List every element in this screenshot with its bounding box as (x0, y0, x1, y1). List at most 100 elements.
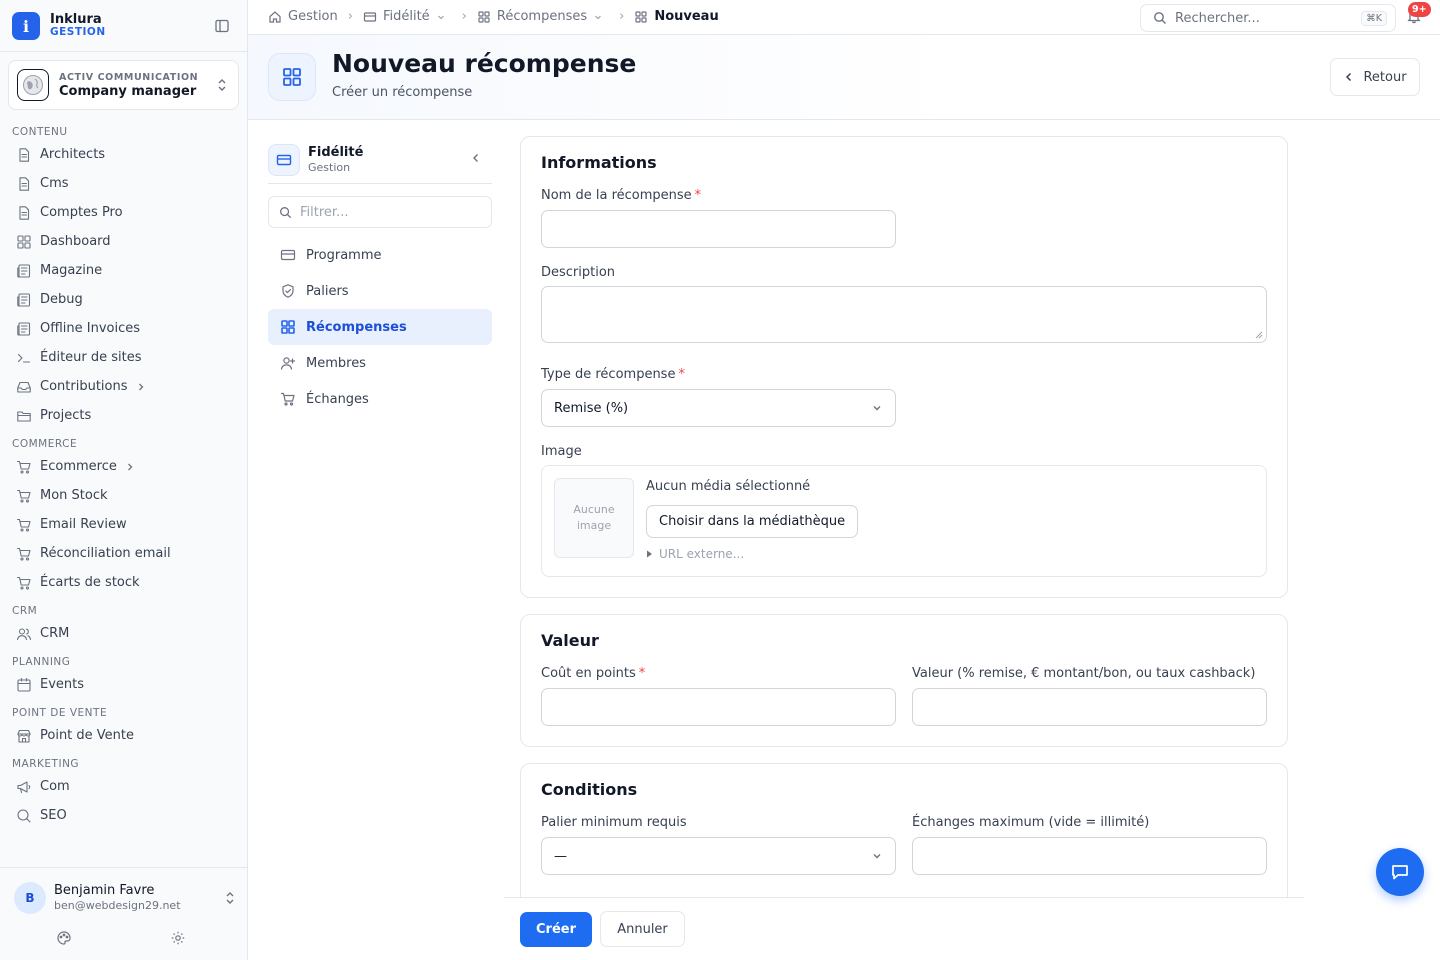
sidebar-item[interactable]: Cms (0, 169, 247, 198)
min-tier-select[interactable]: — (541, 837, 896, 875)
sidebar-item-label: Magazine (40, 263, 103, 278)
sidebar-item[interactable]: SEO (0, 801, 247, 830)
sidebar-section-title: COMMERCE (12, 438, 78, 450)
back-button[interactable]: Retour (1330, 58, 1420, 96)
module-item[interactable]: Paliers (268, 273, 492, 309)
user-menu[interactable]: B Benjamin Favre ben@webdesign29.net (14, 882, 236, 914)
sidebar-item[interactable]: Com (0, 772, 247, 801)
org-name: Company manager (59, 84, 197, 99)
sidebar-item-label: Dashboard (40, 234, 111, 249)
search-shortcut: ⌘K (1361, 10, 1387, 26)
name-label: Nom de la récompense * (541, 188, 702, 203)
grid-icon (635, 10, 647, 23)
sidebar-item[interactable]: Point de Vente (0, 721, 247, 750)
sidebar-item-label: Com (40, 779, 70, 794)
create-button[interactable]: Créer (520, 912, 592, 947)
sidebar-section-title: MARKETING (12, 758, 80, 770)
page-title: Nouveau récompense (332, 49, 637, 78)
sidebar: i Inklura GESTION ACTIV COMMUNICATION Co… (0, 0, 248, 960)
breadcrumb-section[interactable]: Récompenses (477, 9, 609, 24)
breadcrumb-home[interactable]: Gestion (268, 9, 338, 24)
cart-icon (280, 392, 295, 406)
module-items: Programme Paliers Récompenses Membres Échang… (268, 237, 492, 417)
sidebar-item[interactable]: Events (0, 670, 247, 699)
file-icon (16, 205, 32, 221)
min-tier-value: — (554, 848, 567, 864)
sidebar-item[interactable]: Offline Invoices (0, 314, 247, 343)
name-field[interactable] (541, 210, 896, 248)
chat-button[interactable] (1376, 848, 1424, 896)
grid-icon (17, 234, 31, 249)
module-item[interactable]: Échanges (268, 381, 492, 417)
cost-field[interactable] (541, 688, 896, 726)
filter-placeholder: Filtrer... (300, 204, 349, 220)
file-icon (16, 147, 32, 163)
user-panel: B Benjamin Favre ben@webdesign29.net (0, 867, 247, 960)
sidebar-item-label: Events (40, 677, 85, 692)
value-field[interactable] (912, 688, 1267, 726)
form-actions: Créer Annuler (504, 897, 1304, 960)
module-item[interactable]: Programme (268, 237, 492, 273)
search-placeholder: Rechercher... (1175, 10, 1260, 26)
module-item[interactable]: Récompenses (268, 309, 492, 345)
sidebar-item[interactable]: Ecommerce (0, 452, 247, 481)
sidebar-item[interactable]: Comptes Pro (0, 198, 247, 227)
cart-icon (16, 517, 32, 533)
sidebar-item[interactable]: Mon Stock (0, 481, 247, 510)
org-switcher[interactable]: ACTIV COMMUNICATION Company manager (8, 60, 239, 110)
notification-badge: 9+ (1408, 2, 1431, 17)
type-select[interactable]: Remise (%) (541, 389, 896, 427)
grid-icon (268, 53, 316, 101)
search-input[interactable]: Rechercher... ⌘K (1140, 4, 1396, 32)
sidebar-item[interactable]: Éditeur de sites (0, 343, 247, 372)
sidebar-section-title: CRM (12, 605, 38, 617)
sidebar-item[interactable]: Réconciliation email (0, 539, 247, 568)
external-url-toggle[interactable]: URL externe... (646, 547, 744, 561)
gear-icon[interactable] (170, 930, 186, 946)
type-label: Type de récompense * (541, 367, 685, 382)
breadcrumb-module[interactable]: Fidélité (363, 9, 452, 24)
sidebar-item[interactable]: Magazine (0, 256, 247, 285)
file-icon (19, 147, 30, 162)
sidebar-item[interactable]: CRM (0, 619, 247, 648)
store-icon (16, 728, 32, 744)
sidebar-item-label: Ecommerce (40, 459, 117, 474)
chevron-down-icon (873, 406, 881, 411)
sidebar-item[interactable]: Email Review (0, 510, 247, 539)
brand[interactable]: i Inklura GESTION (12, 10, 236, 42)
file-icon (19, 205, 30, 220)
sidebar-item-label: Comptes Pro (40, 205, 123, 220)
sidebar-item[interactable]: Écarts de stock (0, 568, 247, 597)
sidebar-item[interactable]: Architects (0, 140, 247, 169)
chevron-right-icon: › (619, 9, 625, 24)
cancel-button[interactable]: Annuler (600, 911, 685, 947)
module-item-label: Échanges (306, 391, 369, 407)
chevron-right-icon: › (347, 9, 353, 24)
sidebar-item[interactable]: Contributions (0, 372, 247, 401)
max-exchanges-field[interactable] (912, 837, 1267, 875)
sidebar-nav: CONTENU Architects Cms Comptes Pro Dashboard… (0, 118, 247, 866)
cart-icon (16, 546, 32, 562)
chevrons-up-down-icon (216, 78, 228, 92)
choose-media-button[interactable]: Choisir dans la médiathèque (646, 505, 859, 538)
filter-input[interactable]: Filtrer... (268, 196, 492, 228)
chevron-left-icon[interactable] (470, 152, 482, 164)
sidebar-item[interactable]: Projects (0, 401, 247, 430)
search-icon (16, 808, 32, 824)
chevrons-up-down-icon (224, 891, 236, 905)
media-picker: Aucune image Aucun média sélectionné Cho… (541, 465, 1267, 577)
sidebar-item-label: CRM (40, 626, 70, 641)
user-name: Benjamin Favre (54, 883, 155, 898)
sidebar-item-label: Email Review (40, 517, 127, 532)
sidebar-toggle-icon[interactable] (214, 18, 230, 34)
module-item[interactable]: Membres (268, 345, 492, 381)
newspaper-icon (16, 321, 32, 337)
module-header: Fidélité Gestion (268, 136, 492, 184)
image-label: Image (541, 444, 582, 459)
sidebar-item[interactable]: Dashboard (0, 227, 247, 256)
description-field[interactable] (541, 286, 1267, 343)
description-label: Description (541, 265, 616, 280)
chat-icon (1392, 865, 1408, 880)
sidebar-item[interactable]: Debug (0, 285, 247, 314)
palette-icon[interactable] (56, 930, 72, 946)
